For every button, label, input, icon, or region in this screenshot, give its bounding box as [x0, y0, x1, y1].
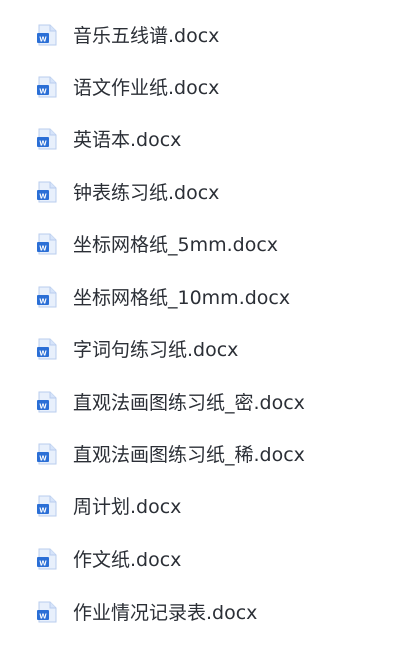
svg-text:w: w	[38, 34, 47, 44]
file-name: 音乐五线谱.docx	[73, 25, 220, 47]
svg-text:w: w	[38, 453, 47, 463]
file-name: 作业情况记录表.docx	[73, 602, 258, 624]
word-doc-icon: w	[37, 128, 57, 150]
word-doc-icon: w	[37, 495, 57, 517]
file-item[interactable]: w 字词句练习纸.docx	[0, 329, 420, 369]
svg-text:w: w	[38, 86, 47, 96]
svg-text:w: w	[38, 296, 47, 306]
file-name: 坐标网格纸_10mm.docx	[73, 287, 291, 309]
file-item[interactable]: w 英语本.docx	[0, 119, 420, 159]
file-item[interactable]: w 作业情况记录表.docx	[0, 592, 420, 632]
word-doc-icon: w	[37, 76, 57, 98]
file-name: 作文纸.docx	[73, 549, 182, 571]
file-list: w 音乐五线谱.docx w 语文作业纸.docx w 英语本.docx w 钟…	[0, 0, 420, 651]
file-name: 字词句练习纸.docx	[73, 339, 239, 361]
word-doc-icon: w	[37, 233, 57, 255]
file-item[interactable]: w 钟表练习纸.docx	[0, 172, 420, 212]
word-doc-icon: w	[37, 338, 57, 360]
word-doc-icon: w	[37, 391, 57, 413]
file-item[interactable]: w 直观法画图练习纸_密.docx	[0, 382, 420, 422]
svg-text:w: w	[38, 611, 47, 621]
svg-text:w: w	[38, 558, 47, 568]
word-doc-icon: w	[37, 443, 57, 465]
file-name: 周计划.docx	[73, 496, 182, 518]
file-name: 直观法画图练习纸_密.docx	[73, 392, 305, 414]
file-name: 钟表练习纸.docx	[73, 182, 220, 204]
word-doc-icon: w	[37, 24, 57, 46]
file-name: 坐标网格纸_5mm.docx	[73, 234, 279, 256]
file-item[interactable]: w 音乐五线谱.docx	[0, 15, 420, 55]
file-item[interactable]: w 作文纸.docx	[0, 539, 420, 579]
svg-text:w: w	[38, 243, 47, 253]
file-item[interactable]: w 直观法画图练习纸_稀.docx	[0, 434, 420, 474]
word-doc-icon: w	[37, 181, 57, 203]
file-item[interactable]: w 坐标网格纸_5mm.docx	[0, 224, 420, 264]
file-item[interactable]: w 坐标网格纸_10mm.docx	[0, 277, 420, 317]
svg-text:w: w	[38, 138, 47, 148]
svg-text:w: w	[38, 348, 47, 358]
svg-text:w: w	[38, 401, 47, 411]
word-doc-icon: w	[37, 601, 57, 623]
file-name: 直观法画图练习纸_稀.docx	[73, 444, 305, 466]
file-item[interactable]: w 周计划.docx	[0, 486, 420, 526]
file-name: 语文作业纸.docx	[73, 77, 220, 99]
svg-text:w: w	[38, 505, 47, 515]
file-item[interactable]: w 语文作业纸.docx	[0, 67, 420, 107]
word-doc-icon: w	[37, 548, 57, 570]
svg-text:w: w	[38, 191, 47, 201]
file-name: 英语本.docx	[73, 129, 182, 151]
word-doc-icon: w	[37, 286, 57, 308]
